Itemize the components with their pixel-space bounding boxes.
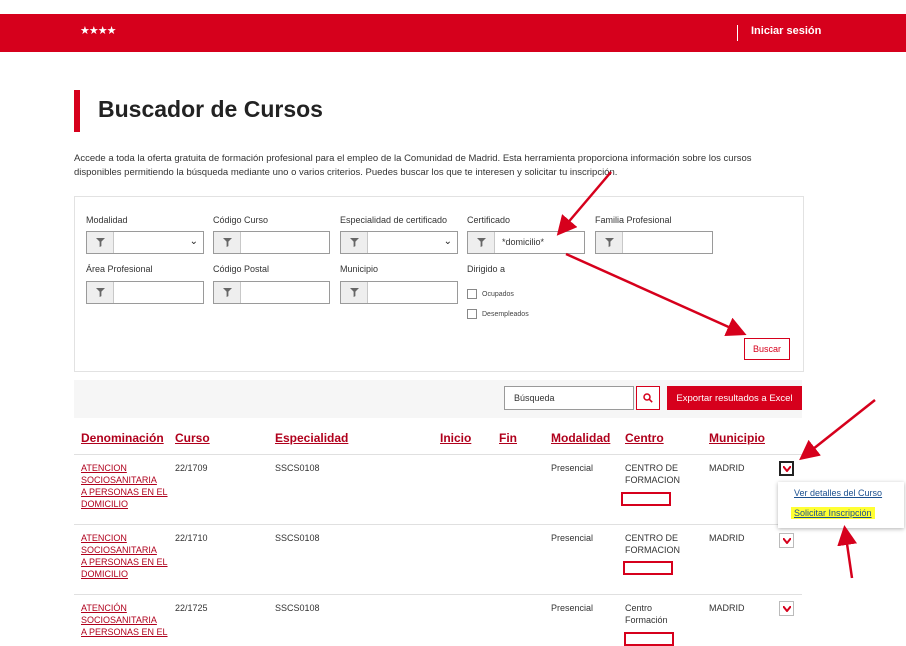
- annotation-arrow: [556, 171, 612, 236]
- annotation-arrow: [837, 525, 858, 579]
- annotation-arrows: [556, 171, 876, 579]
- annotation-arrow: [799, 399, 876, 461]
- annotation-arrow: [565, 252, 747, 336]
